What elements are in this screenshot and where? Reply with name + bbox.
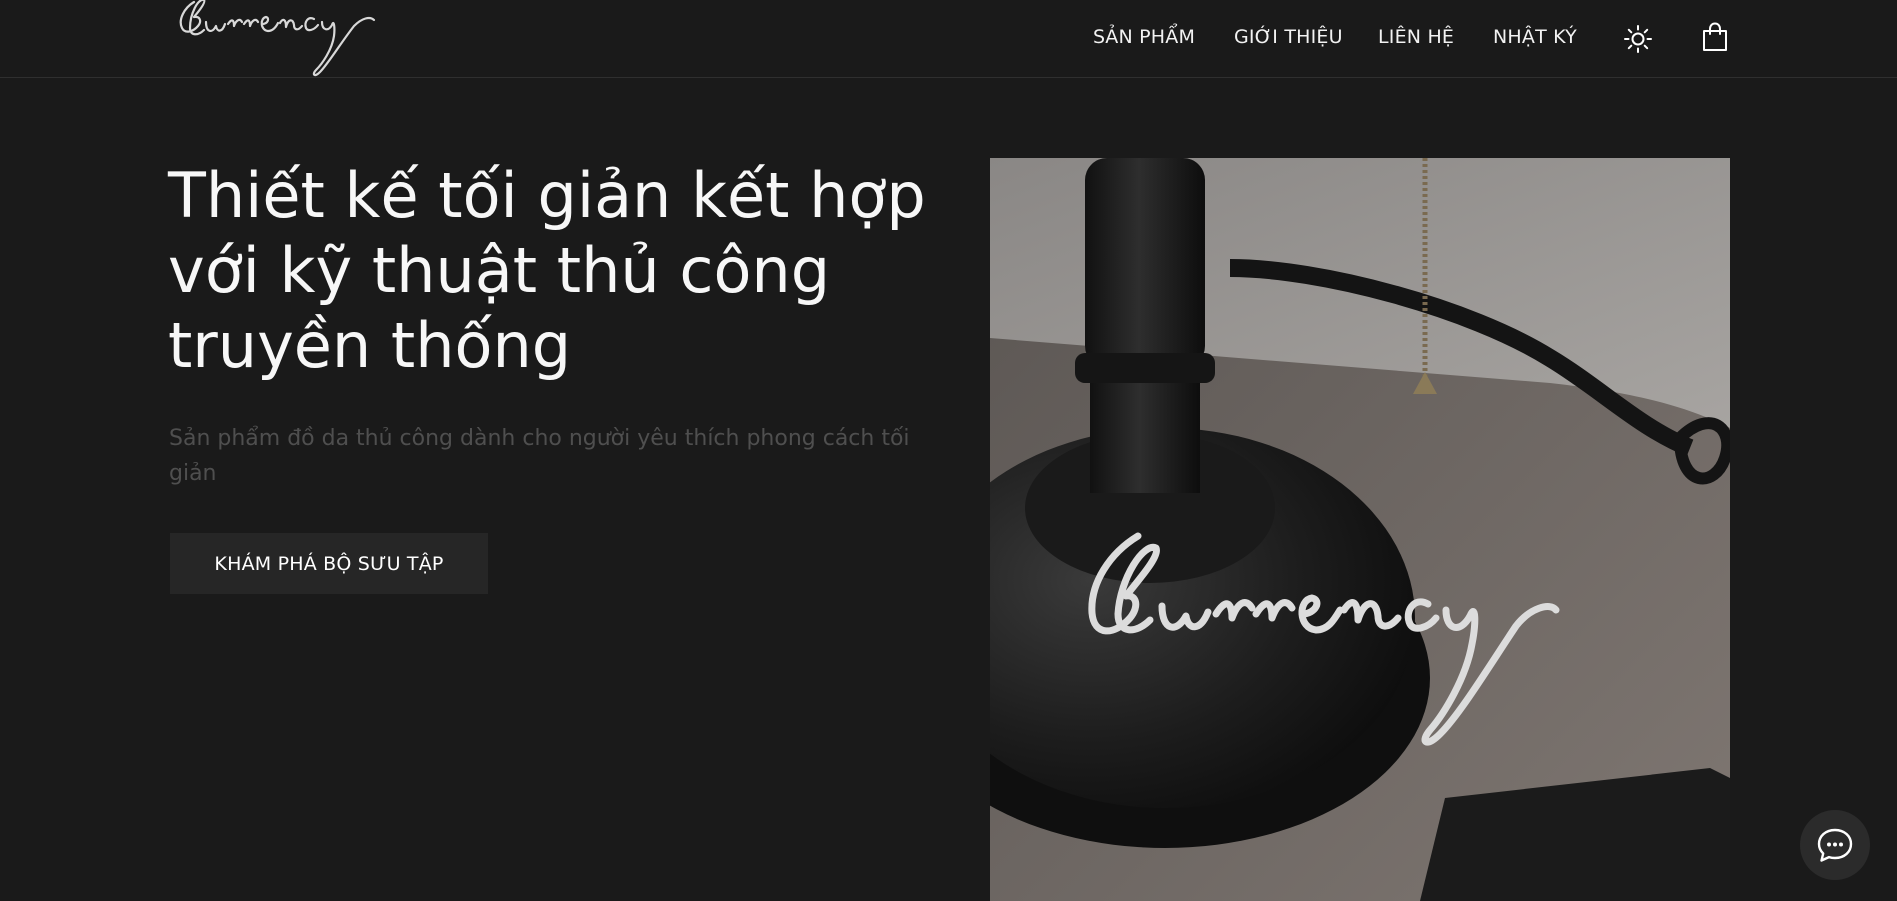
sun-icon	[1624, 25, 1652, 53]
hero-title-line: Thiết kế tối giản kết hợp	[168, 159, 926, 232]
nav-item-products[interactable]: SẢN PHẨM	[1093, 26, 1195, 48]
hero-image	[990, 158, 1730, 901]
cart-button[interactable]	[1700, 21, 1730, 53]
nav-item-journal[interactable]: NHẬT KÝ	[1493, 26, 1577, 48]
chat-button[interactable]	[1800, 810, 1870, 880]
hero-title-line: truyền thống	[168, 309, 572, 382]
hero-subtitle-line: Sản phẩm đồ da thủ công dành cho người y…	[169, 426, 910, 451]
theme-toggle-button[interactable]	[1622, 23, 1654, 55]
brand-logo[interactable]	[176, 0, 390, 80]
explore-collection-button[interactable]: KHÁM PHÁ BỘ SƯU TẬP	[170, 533, 488, 594]
chat-bubble-icon	[1817, 828, 1853, 862]
hero-title: Thiết kế tối giản kết hợp với kỹ thuật t…	[168, 158, 938, 383]
site-header: SẢN PHẨM GIỚI THIỆU LIÊN HỆ NHẬT KÝ	[0, 0, 1897, 78]
hero-title-line: với kỹ thuật thủ công	[168, 234, 831, 307]
hero-subtitle: Sản phẩm đồ da thủ công dành cho người y…	[169, 421, 929, 491]
shopping-bag-icon	[1703, 22, 1727, 51]
nav-item-contact[interactable]: LIÊN HỆ	[1378, 26, 1454, 48]
nav-item-about[interactable]: GIỚI THIỆU	[1234, 26, 1343, 48]
hero-subtitle-line: giản	[169, 461, 217, 486]
